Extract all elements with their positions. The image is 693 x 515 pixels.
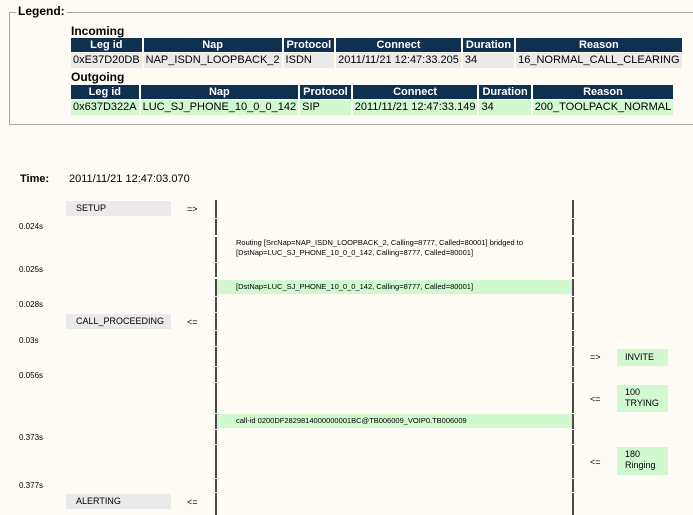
timeline-segment [215,347,217,366]
cell-leg-id: 0x637D322A [71,100,139,115]
timeline-segment [215,313,217,330]
table-row: 0x637D322A LUC_SJ_PHONE_10_0_0_142 SIP 2… [71,100,674,115]
col-header: Duration [462,38,515,52]
outgoing-title: Outgoing [71,70,125,84]
col-header: Connect [336,38,461,52]
timeline-segment [215,383,217,413]
timeline-segment [215,200,217,218]
time-value: 2011/11/21 12:47:03.070 [69,173,190,185]
timeline-segment [572,479,574,492]
arrow-left: <= [187,497,198,507]
dst-nap-note: [DstNap=LUC_SJ_PHONE_10_0_0_142, Calling… [217,280,572,294]
arrow-left: <= [590,457,601,467]
timeline-segment [215,331,217,346]
arrow-right: => [590,352,601,362]
message-line: 100 [625,387,641,397]
routing-note: Routing [SrcNap=NAP_ISDN_LOOPBACK_2, Cal… [217,238,572,258]
timeline-segment [572,237,574,262]
timeline-segment [572,383,574,413]
incoming-table: Leg id Nap Protocol Connect Duration Rea… [69,37,684,69]
timestamp: 0.028s [19,300,44,309]
timeline-segment [572,445,574,478]
timeline-segment [572,279,574,296]
timeline-segment [215,445,217,478]
col-header: Nap [140,85,299,99]
message-100-trying[interactable]: 100 TRYING [617,385,668,412]
timeline-segment [572,200,574,218]
cell-leg-id: 0xE37D20DB [71,53,142,68]
cell-connect: 2011/11/21 12:47:33.205 [336,53,461,68]
routing-line-2: [DstNap=LUC_SJ_PHONE_10_0_0_142, Calling… [236,248,474,257]
timeline-segment [572,414,574,429]
timestamp: 0.024s [19,222,44,231]
timeline-segment [215,263,217,277]
col-header: Leg id [71,38,142,52]
timeline-segment [572,347,574,366]
message-setup[interactable]: SETUP [66,201,171,216]
col-header: Reason [532,85,674,99]
timeline-segment [215,367,217,382]
timeline-segment [572,313,574,330]
incoming-title: Incoming [71,24,125,38]
message-line: Ringing [625,460,656,470]
timeline-segment [215,219,217,235]
col-header: Nap [143,38,282,52]
col-header: Leg id [71,85,139,99]
timeline-segment [572,367,574,382]
arrow-right: => [187,204,198,214]
table-row: 0xE37D20DB NAP_ISDN_LOOPBACK_2 ISDN 2011… [71,53,682,68]
col-header: Reason [516,38,682,52]
timeline-segment [215,479,217,492]
col-header: Protocol [283,38,335,52]
timeline-segment [572,263,574,277]
legend-title: Legend: [16,4,67,18]
timeline-segment [572,493,574,515]
time-label: Time: [20,173,50,185]
cell-reason: 16_NORMAL_CALL_CLEARING [516,53,682,68]
cell-reason: 200_TOOLPACK_NORMAL [532,100,674,115]
message-invite[interactable]: INVITE [617,349,668,366]
timeline-segment [215,493,217,515]
timestamp: 0.056s [19,371,44,380]
outgoing-table: Leg id Nap Protocol Connect Duration Rea… [69,84,675,116]
timeline-segment [572,219,574,235]
col-header: Protocol [300,85,351,99]
timestamp: 0.03s [19,336,39,345]
arrow-left: <= [590,394,601,404]
timeline-segment [215,430,217,444]
message-180-ringing[interactable]: 180 Ringing [617,447,668,475]
cell-nap: LUC_SJ_PHONE_10_0_0_142 [140,100,299,115]
col-header: Duration [479,85,531,99]
message-line: TRYING [625,398,659,408]
cell-protocol: SIP [300,100,351,115]
timeline-segment [572,331,574,346]
message-line: 180 [625,449,641,459]
message-alerting[interactable]: ALERTING [66,494,171,509]
message-line: INVITE [625,352,655,362]
routing-line-1: Routing [SrcNap=NAP_ISDN_LOOPBACK_2, Cal… [236,238,524,247]
timeline-segment [572,297,574,312]
timestamp: 0.373s [19,433,44,442]
timeline-segment [215,297,217,312]
cell-protocol: ISDN [283,53,335,68]
call-id-note: call-id 0200DF2829814000000001BC@TB00600… [217,414,572,428]
timestamp: 0.377s [19,481,44,490]
arrow-left: <= [187,317,198,327]
cell-duration: 34 [462,53,515,68]
cell-duration: 34 [479,100,531,115]
cell-nap: NAP_ISDN_LOOPBACK_2 [143,53,282,68]
message-call-proceeding[interactable]: CALL_PROCEEDING [66,314,171,329]
timestamp: 0.025s [19,265,44,274]
timeline-segment [572,430,574,444]
col-header: Connect [352,85,478,99]
cell-connect: 2011/11/21 12:47:33.149 [352,100,478,115]
